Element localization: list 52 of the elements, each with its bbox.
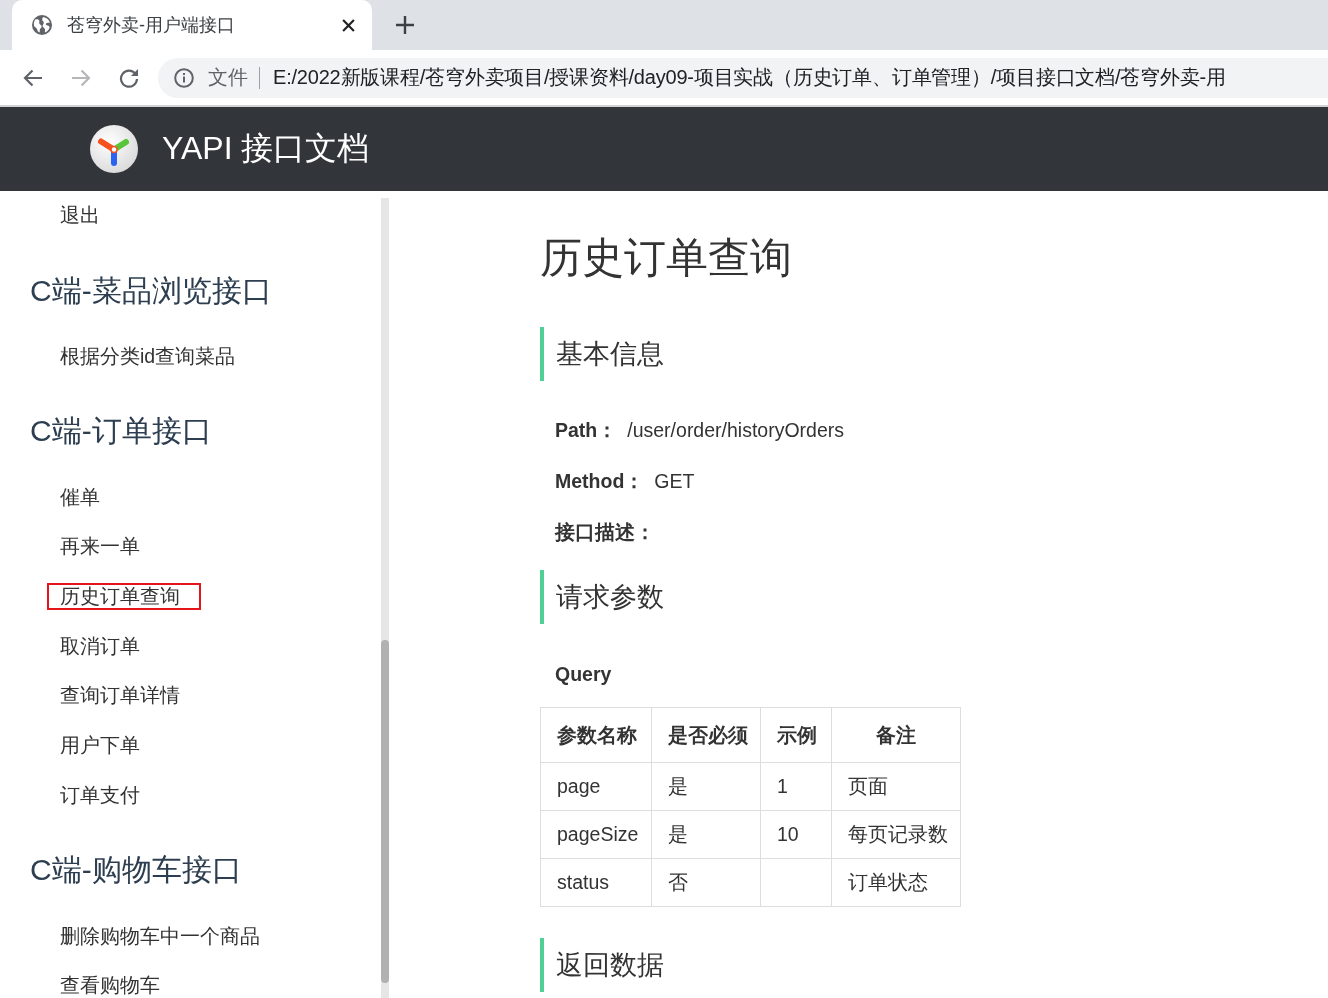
new-tab-icon[interactable] [396,16,414,34]
browser-tab[interactable]: 苍穹外卖-用户端接口 [12,0,372,50]
field-value: /user/order/historyOrders [627,418,844,443]
field-value: GET [654,469,695,494]
subheading: Query [555,662,612,687]
close-icon[interactable] [342,18,355,32]
field-label: Method： [555,469,645,494]
security-label: 文件 [208,65,248,90]
reload-icon[interactable] [119,67,139,88]
field-label: Path： [555,418,618,443]
table-cell: status [540,858,652,907]
table-cell: 订单状态 [831,858,961,907]
table-cell: 是 [651,810,761,859]
logo-icon [90,125,138,173]
table-cell: pageSize [540,810,652,859]
column-header: 参数名称 [540,707,652,763]
table-cell: 页面 [831,762,961,811]
table-cell: 是 [651,762,761,811]
info-icon[interactable] [174,67,194,88]
section-heading: 返回数据 [540,938,668,992]
sidebar-item[interactable]: 用户下单 [60,734,140,758]
table-cell: 10 [760,810,832,859]
back-icon[interactable] [23,67,43,88]
sidebar-heading: C端-菜品浏览接口 [30,272,272,309]
column-header: 备注 [831,707,961,763]
address-bar[interactable]: 文件 E:/2022新版课程/苍穹外卖项目/授课资料/day09-项目实战（历史订单、订单管理）/项目接口文档/苍穹外卖-用 [158,57,1328,98]
page-title: 历史订单查询 [540,233,792,283]
sidebar-item[interactable]: 再来一单 [60,535,140,559]
sidebar-item[interactable]: 历史订单查询 [47,583,201,611]
header-title: YAPI 接口文档 [162,129,370,168]
sidebar-heading: C端-购物车接口 [30,852,242,889]
column-header: 是否必须 [651,707,761,763]
url-text: E:/2022新版课程/苍穹外卖项目/授课资料/day09-项目实战（历史订单、订单管理）/项目接口文档/苍穹外卖-用 [273,65,1226,90]
sidebar-item[interactable]: 订单支付 [60,783,140,807]
sidebar-item[interactable]: 退出 [60,204,100,228]
sidebar-item[interactable]: 催单 [60,485,100,509]
sidebar-item[interactable]: 查询订单详情 [60,684,180,708]
globe-icon [32,15,52,35]
table-cell: 否 [651,858,761,907]
scrollbar-thumb[interactable] [381,640,389,983]
section-heading: 基本信息 [540,327,668,381]
sidebar-item[interactable]: 根据分类id查询菜品 [60,345,236,369]
table-cell: 每页记录数 [831,810,961,859]
sidebar-item[interactable]: 查看购物车 [60,974,160,998]
section-heading: 请求参数 [540,570,668,624]
sidebar-item[interactable]: 取消订单 [60,634,140,658]
column-header: 示例 [760,707,832,763]
sidebar-heading: C端-订单接口 [30,413,212,450]
table-cell: 1 [760,762,832,811]
table-cell: page [540,762,652,811]
sidebar-item[interactable]: 删除购物车中一个商品 [60,924,260,948]
field-label: 接口描述： [555,520,655,545]
